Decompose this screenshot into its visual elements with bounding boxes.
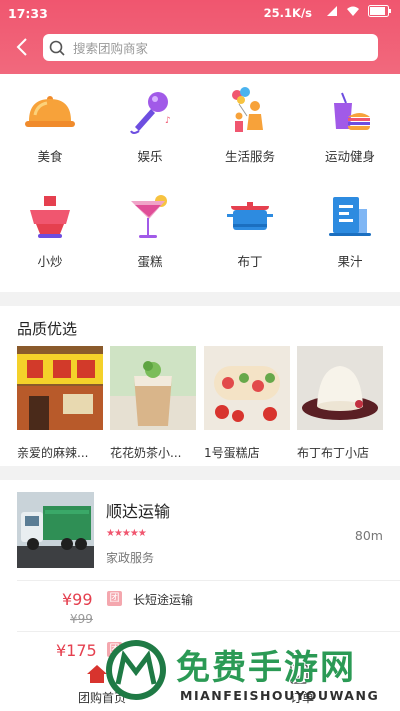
quality-item-name: 花花奶茶小... [110,446,182,460]
shop-photo [204,346,290,430]
category-fitness[interactable]: 运动健身 [300,84,400,165]
quality-item[interactable]: 花花奶茶小... [110,346,196,461]
section-title: 品质优选 [17,320,78,338]
category-label: 娱乐 [137,149,163,164]
quality-item[interactable]: 布丁布丁小店 [297,346,383,461]
family-balloons-icon [222,84,278,140]
cocktail-icon [122,189,178,245]
quality-item-name: 亲爱的麻辣... [17,446,89,460]
shop-photo [297,346,383,430]
watermark-subtitle: MIANFEISHOUYOUWANG [180,688,380,703]
watermark: 免费手游网 MIANFEISHOUYOUWANG [100,632,400,711]
category-life-service[interactable]: 生活服务 [200,84,300,165]
category-pudding[interactable]: 布丁 [200,189,300,270]
food-cloche-icon [22,84,78,140]
category-entertainment[interactable]: ♪ 娱乐 [100,84,200,165]
star-rating-icon: ★★★★★ [106,528,147,539]
shop-photo [17,346,103,430]
deal-price: ¥175 [56,641,97,660]
search-placeholder: 搜索团购商家 [73,41,149,56]
category-label: 运动健身 [324,149,375,164]
back-arrow-icon[interactable] [12,36,34,58]
shop-photo [110,346,196,430]
category-label: 布丁 [237,254,263,269]
shop-photo [17,492,94,568]
network-speed: 25.1K/s [263,6,312,20]
category-label: 小炒 [37,254,63,269]
status-time: 17:33 [8,6,48,21]
hotpot-icon [22,189,78,245]
quality-item[interactable]: 亲爱的麻辣... [17,346,103,461]
deal-name[interactable]: 长短途运输 [133,591,193,608]
category-food[interactable]: 美食 [0,84,100,165]
category-cake[interactable]: 蛋糕 [100,189,200,270]
category-label: 蛋糕 [137,254,163,269]
category-label: 生活服务 [224,149,275,164]
drink-burger-icon [322,84,378,140]
battery-icon [368,5,391,17]
watermark-logo [106,640,166,700]
pot-icon [222,189,278,245]
svg-text:♪: ♪ [165,116,171,126]
category-stir-fry[interactable]: 小炒 [0,189,100,270]
building-icon [322,189,378,245]
quality-item-name: 布丁布丁小店 [297,446,370,460]
shop-distance: 80m [354,528,383,543]
search-input[interactable]: 搜索团购商家 [43,34,378,61]
header: 17:33 25.1K/s 搜索团购商家 [0,0,400,74]
deal-original-price: ¥99 [70,612,93,626]
shop-category: 家政服务 [106,551,155,565]
signal-icon [327,6,337,16]
quality-item[interactable]: 1号蛋糕店 [204,346,290,461]
category-juice[interactable]: 果汁 [300,189,400,270]
wifi-icon [347,6,359,16]
watermark-title: 免费手游网 [176,648,356,688]
group-buy-badge: 团 [107,591,122,606]
shop-name: 顺达运输 [106,502,171,521]
deal-price: ¥99 [62,590,93,609]
category-label: 美食 [37,149,63,164]
search-icon [49,40,65,56]
divider [17,580,400,581]
quality-section: 品质优选 亲爱的麻辣... 花花奶茶小... 1号蛋糕店 布丁布丁小店 [0,306,400,466]
microphone-icon: ♪ [122,84,178,140]
status-bar: 17:33 25.1K/s [0,0,400,26]
category-label: 果汁 [337,254,363,269]
quality-item-name: 1号蛋糕店 [204,446,260,460]
category-grid: 美食 ♪ 娱乐 生活服务 运动健身 小炒 蛋糕 布丁 果汁 [0,74,400,292]
